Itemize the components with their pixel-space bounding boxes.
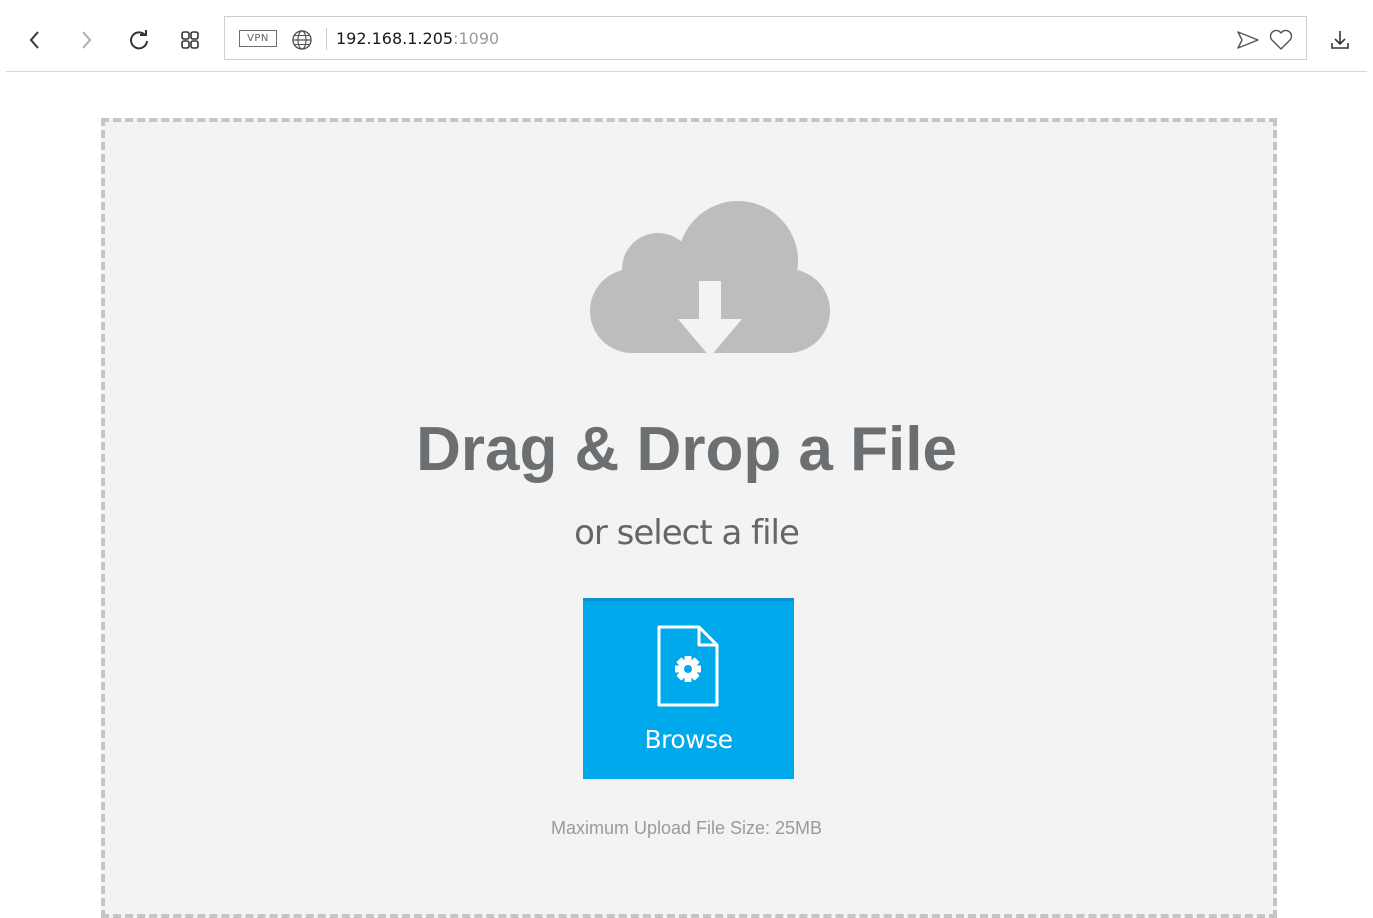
drop-headline: Drag & Drop a File [416, 415, 957, 484]
forward-button[interactable] [71, 22, 101, 58]
download-icon [1331, 31, 1349, 49]
browse-button[interactable]: Browse [583, 598, 794, 779]
back-button[interactable] [20, 22, 50, 58]
browser-toolbar: VPN 192.168.1.205:1090 [0, 0, 1373, 80]
max-upload-size-note: Maximum Upload File Size: 25MB [550, 818, 823, 838]
speed-dial-icon [181, 31, 199, 49]
browse-label: Browse [644, 725, 733, 754]
send-icon[interactable] [1236, 29, 1260, 51]
reload-button[interactable] [124, 22, 154, 58]
reload-icon [130, 30, 148, 50]
globe-icon[interactable] [291, 29, 313, 51]
heart-icon[interactable] [1268, 28, 1294, 52]
url-text[interactable]: 192.168.1.205:1090 [336, 29, 499, 49]
forward-icon [82, 31, 92, 49]
address-bar[interactable]: VPN 192.168.1.205:1090 [224, 16, 1307, 60]
cloud-download-icon [590, 201, 830, 357]
downloads-button[interactable] [1324, 22, 1356, 58]
speed-dial-button[interactable] [175, 22, 205, 58]
vpn-badge[interactable]: VPN [239, 30, 277, 47]
url-host: 192.168.1.205 [336, 29, 454, 48]
file-settings-icon [657, 625, 719, 707]
toolbar-divider [6, 71, 1367, 72]
url-port: :1090 [453, 29, 500, 48]
select-file-subtitle: or select a file [574, 513, 800, 553]
address-separator [326, 28, 327, 50]
back-icon [29, 31, 39, 49]
